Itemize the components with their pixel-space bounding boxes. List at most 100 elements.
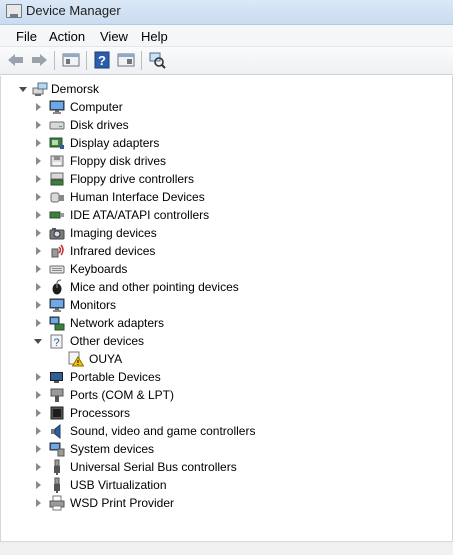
expand-arrow-icon[interactable]	[36, 283, 41, 291]
tree-category-label: USB Virtualization	[70, 478, 167, 492]
toolbar-separator	[54, 51, 55, 70]
expand-arrow-icon[interactable]	[36, 265, 41, 273]
usb-icon	[49, 459, 65, 475]
tree-category-wsd-print-provider[interactable]: WSD Print Provider	[1, 494, 451, 512]
tree-category-label: Floppy drive controllers	[70, 172, 195, 186]
expand-arrow-icon[interactable]	[36, 211, 41, 219]
expand-arrow-icon[interactable]	[36, 103, 41, 111]
tree-category-disk-drives[interactable]: Disk drives	[1, 116, 451, 134]
tree-category-mice-and-other-pointing-devices[interactable]: Mice and other pointing devices	[1, 278, 451, 296]
expand-arrow-icon[interactable]	[36, 157, 41, 165]
expand-arrow-icon[interactable]	[36, 409, 41, 417]
network-adapter-icon	[49, 315, 65, 331]
back-arrow-icon[interactable]	[6, 51, 26, 69]
expand-arrow-icon[interactable]	[36, 481, 41, 489]
tree-category-floppy-disk-drives[interactable]: Floppy disk drives	[1, 152, 451, 170]
tree-category-universal-serial-bus-controllers[interactable]: Universal Serial Bus controllers	[1, 458, 451, 476]
expand-arrow-icon[interactable]	[36, 391, 41, 399]
device-tree[interactable]: Demorsk Computer Disk drives Display adapt…	[0, 76, 453, 541]
tree-category-floppy-drive-controllers[interactable]: Floppy drive controllers	[1, 170, 451, 188]
menu-help[interactable]: Help	[141, 29, 168, 44]
monitor-icon	[49, 297, 65, 313]
port-icon	[49, 387, 65, 403]
tree-category-label: Other devices	[70, 334, 145, 348]
collapse-arrow-icon[interactable]	[34, 339, 42, 344]
expand-arrow-icon[interactable]	[36, 499, 41, 507]
expand-arrow-icon[interactable]	[36, 319, 41, 327]
tree-category-label: Computer	[70, 100, 123, 114]
expand-arrow-icon[interactable]	[36, 229, 41, 237]
floppy-disk-icon	[49, 153, 65, 169]
expand-arrow-icon[interactable]	[19, 87, 27, 92]
tree-category-label: Infrared devices	[70, 244, 156, 258]
tree-category-system-devices[interactable]: System devices	[1, 440, 451, 458]
tree-category-ide-ata-atapi-controllers[interactable]: IDE ATA/ATAPI controllers	[1, 206, 451, 224]
tree-root-demorsk[interactable]: Demorsk	[1, 80, 451, 98]
floppy-controller-icon	[49, 171, 65, 187]
tree-category-usb-virtualization[interactable]: USB Virtualization	[1, 476, 451, 494]
toolbar: ?	[0, 47, 453, 75]
menu-view[interactable]: View	[100, 29, 128, 44]
tree-category-label: Imaging devices	[70, 226, 157, 240]
expand-arrow-icon[interactable]	[36, 301, 41, 309]
keyboard-icon	[49, 261, 65, 277]
svg-text:?: ?	[98, 53, 106, 68]
tree-category-label: Disk drives	[70, 118, 129, 132]
tree-category-computer[interactable]: Computer	[1, 98, 451, 116]
expand-arrow-icon[interactable]	[36, 139, 41, 147]
disk-drive-icon	[49, 117, 65, 133]
tree-category-human-interface-devices[interactable]: Human Interface Devices	[1, 188, 451, 206]
menu-file[interactable]: File	[16, 29, 37, 44]
menu-action[interactable]: Action	[49, 29, 85, 44]
svg-text:?: ?	[53, 337, 59, 349]
tree-category-label: Display adapters	[70, 136, 160, 150]
tree-category-monitors[interactable]: Monitors	[1, 296, 451, 314]
tree-category-label: Floppy disk drives	[70, 154, 167, 168]
usb-icon	[49, 477, 65, 493]
tree-category-imaging-devices[interactable]: Imaging devices	[1, 224, 451, 242]
tree-device-ouya[interactable]: OUYA	[1, 350, 451, 368]
system-device-icon	[49, 441, 65, 457]
tree-category-label: Monitors	[70, 298, 117, 312]
tree-category-other-devices[interactable]: ? Other devices	[1, 332, 451, 350]
title-bar[interactable]: Device Manager	[0, 0, 453, 25]
tree-category-processors[interactable]: Processors	[1, 404, 451, 422]
tree-category-label: Processors	[70, 406, 131, 420]
tree-category-display-adapters[interactable]: Display adapters	[1, 134, 451, 152]
unknown-device-icon: ?	[49, 333, 65, 349]
tree-category-network-adapters[interactable]: Network adapters	[1, 314, 451, 332]
expand-arrow-icon[interactable]	[36, 175, 41, 183]
processor-icon	[49, 405, 65, 421]
expand-arrow-icon[interactable]	[36, 373, 41, 381]
ide-controller-icon	[49, 207, 65, 223]
properties-icon[interactable]	[61, 51, 81, 69]
forward-arrow-icon[interactable]	[29, 51, 49, 69]
expand-arrow-icon[interactable]	[36, 193, 41, 201]
printer-icon	[49, 495, 65, 511]
toolbar-separator	[141, 51, 142, 70]
expand-arrow-icon[interactable]	[36, 445, 41, 453]
tree-category-label: Network adapters	[70, 316, 165, 330]
hid-icon	[49, 189, 65, 205]
tree-category-label: WSD Print Provider	[70, 496, 175, 510]
tree-category-label: Portable Devices	[70, 370, 161, 384]
menu-bar: File Action View Help	[0, 25, 453, 47]
expand-arrow-icon[interactable]	[36, 427, 41, 435]
portable-device-icon	[49, 369, 65, 385]
expand-arrow-icon[interactable]	[36, 121, 41, 129]
expand-arrow-icon[interactable]	[36, 247, 41, 255]
display-adapter-icon	[49, 135, 65, 151]
tree-category-keyboards[interactable]: Keyboards	[1, 260, 451, 278]
mouse-icon	[49, 279, 65, 295]
window-title: Device Manager	[26, 3, 121, 18]
tree-category-label: Human Interface Devices	[70, 190, 205, 204]
expand-arrow-icon[interactable]	[36, 463, 41, 471]
scan-hardware-icon[interactable]	[147, 51, 167, 69]
tree-category-ports-com-lpt[interactable]: Ports (COM & LPT)	[1, 386, 451, 404]
show-hide-icon[interactable]	[116, 51, 136, 69]
tree-category-portable-devices[interactable]: Portable Devices	[1, 368, 451, 386]
computer-network-icon	[32, 81, 48, 97]
tree-category-sound-video-and-game-controllers[interactable]: Sound, video and game controllers	[1, 422, 451, 440]
help-icon[interactable]: ?	[92, 51, 112, 69]
tree-category-infrared-devices[interactable]: Infrared devices	[1, 242, 451, 260]
